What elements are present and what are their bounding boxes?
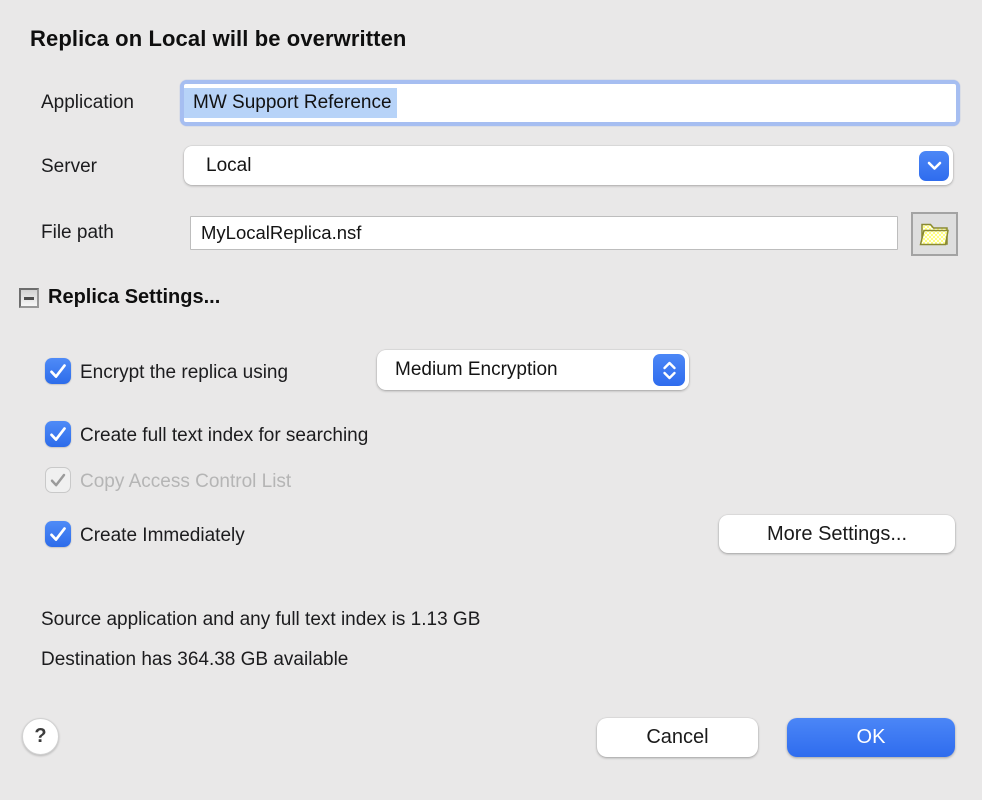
file-path-input[interactable]: MyLocalReplica.nsf bbox=[190, 216, 898, 250]
more-settings-button[interactable]: More Settings... bbox=[719, 515, 955, 553]
copy-acl-checkbox-label: Copy Access Control List bbox=[80, 471, 291, 493]
application-field-focus-ring: MW Support Reference bbox=[180, 80, 960, 126]
ok-button[interactable]: OK bbox=[787, 718, 955, 757]
collapse-minus-icon bbox=[24, 297, 34, 300]
full-text-index-checkbox-label: Create full text index for searching bbox=[80, 425, 368, 447]
dialog-title: Replica on Local will be overwritten bbox=[30, 26, 406, 52]
application-input-selected-text: MW Support Reference bbox=[184, 88, 397, 118]
full-text-index-checkbox[interactable] bbox=[45, 421, 71, 447]
create-immediately-checkbox[interactable] bbox=[45, 521, 71, 547]
checkmark-icon bbox=[45, 421, 71, 447]
encrypt-checkbox-label: Encrypt the replica using bbox=[80, 362, 288, 384]
application-input[interactable]: MW Support Reference bbox=[184, 84, 956, 122]
source-size-text: Source application and any full text ind… bbox=[41, 609, 480, 631]
application-label: Application bbox=[41, 92, 134, 114]
replica-settings-collapse-button[interactable] bbox=[19, 288, 39, 308]
chevron-down-icon bbox=[927, 161, 942, 171]
create-replica-dialog: Replica on Local will be overwritten App… bbox=[0, 0, 982, 800]
folder-icon bbox=[919, 220, 950, 248]
help-button[interactable]: ? bbox=[22, 718, 59, 755]
browse-folder-button[interactable] bbox=[911, 212, 958, 256]
create-immediately-checkbox-label: Create Immediately bbox=[80, 525, 245, 547]
encryption-level-popup[interactable]: Medium Encryption bbox=[377, 350, 689, 390]
replica-settings-title: Replica Settings... bbox=[48, 286, 220, 309]
cancel-button[interactable]: Cancel bbox=[597, 718, 758, 757]
encrypt-checkbox[interactable] bbox=[45, 358, 71, 384]
encryption-popup-button[interactable] bbox=[653, 354, 685, 386]
file-path-value: MyLocalReplica.nsf bbox=[191, 222, 361, 244]
file-path-label: File path bbox=[41, 222, 114, 244]
server-combobox[interactable]: Local bbox=[184, 146, 953, 185]
checkmark-icon bbox=[45, 521, 71, 547]
server-label: Server bbox=[41, 156, 97, 178]
server-combobox-value: Local bbox=[184, 155, 251, 177]
destination-space-text: Destination has 364.38 GB available bbox=[41, 649, 348, 671]
copy-acl-checkbox bbox=[45, 467, 71, 493]
server-dropdown-button[interactable] bbox=[919, 151, 949, 181]
checkmark-icon bbox=[45, 358, 71, 384]
chevron-up-down-icon bbox=[662, 361, 677, 380]
checkmark-icon bbox=[46, 467, 70, 493]
encryption-level-value: Medium Encryption bbox=[377, 359, 558, 381]
